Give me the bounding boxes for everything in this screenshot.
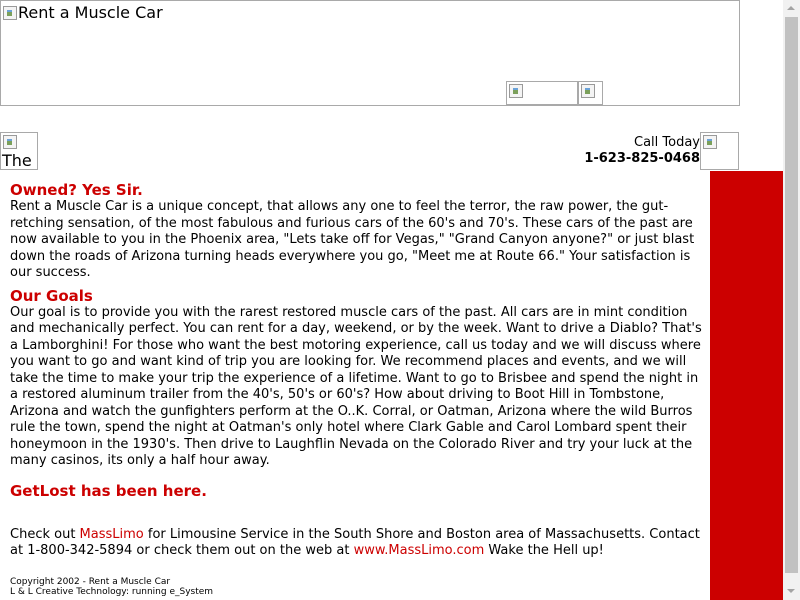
broken-image-icon <box>581 84 595 98</box>
masslimo-web-link[interactable]: www.MassLimo.com <box>354 543 485 558</box>
side-image <box>700 132 739 170</box>
broken-image-icon <box>703 135 717 149</box>
logo-image: The <box>0 132 38 170</box>
broken-image-icon <box>3 6 17 20</box>
banner-image: Rent a Muscle Car <box>0 0 740 106</box>
call-today: Call Today 1-623-825-0468 <box>584 135 700 167</box>
footer: Copyright 2002 - Rent a Muscle Car L & L… <box>10 577 213 597</box>
call-today-label: Call Today <box>634 135 700 150</box>
owned-paragraph: Rent a Muscle Car is a unique concept, t… <box>10 199 695 280</box>
masslimo-paragraph: Check out MassLimo for Limousine Service… <box>10 527 710 560</box>
goals-heading: Our Goals <box>10 286 93 305</box>
getlost-heading: GetLost has been here. <box>10 481 207 500</box>
banner-nav-image[interactable] <box>506 81 578 105</box>
scroll-down-arrow-icon[interactable] <box>783 583 800 600</box>
masslimo-suffix: Wake the Hell up! <box>484 543 604 558</box>
goals-paragraph: Our goal is to provide you with the rare… <box>10 304 702 469</box>
banner-alt-text: Rent a Muscle Car <box>3 4 163 22</box>
logo-alt-text: The <box>2 151 32 170</box>
scroll-up-arrow-icon[interactable] <box>783 0 800 17</box>
credit-text: L & L Creative Technology: running e_Sys… <box>10 587 214 597</box>
copyright-text: Copyright 2002 - Rent a Muscle Car <box>10 577 171 587</box>
banner-alt-label: Rent a Muscle Car <box>18 3 163 22</box>
broken-image-icon <box>509 84 523 98</box>
scrollbar-thumb[interactable] <box>785 17 798 573</box>
broken-image-icon <box>3 135 17 149</box>
owned-heading: Owned? Yes Sir. <box>10 181 143 199</box>
banner-nav-image-small[interactable] <box>578 81 603 105</box>
masslimo-prefix: Check out <box>10 526 80 542</box>
sidebar-red-panel <box>710 171 783 600</box>
masslimo-link[interactable]: MassLimo <box>80 527 144 542</box>
phone-number: 1-623-825-0468 <box>584 151 700 166</box>
vertical-scrollbar[interactable] <box>783 0 800 600</box>
main-content: Owned? Yes Sir. Rent a Muscle Car is a u… <box>10 181 710 560</box>
